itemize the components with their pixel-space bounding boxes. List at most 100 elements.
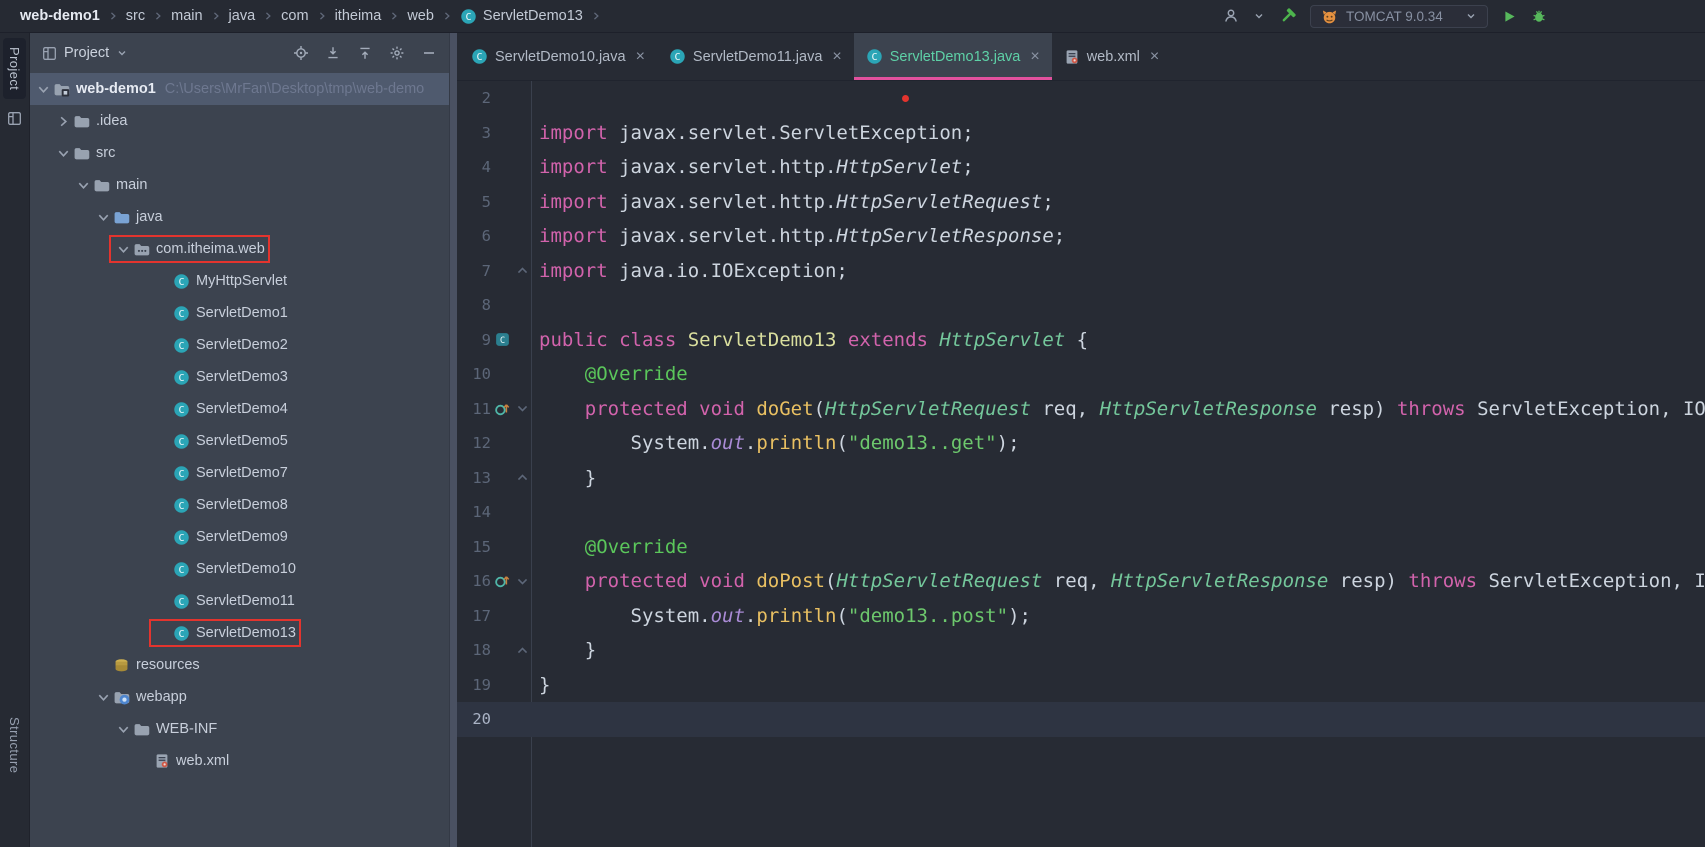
- code-line[interactable]: 14: [457, 495, 1705, 530]
- code-line[interactable]: 16 protected void doPost(HttpServletRequ…: [457, 564, 1705, 599]
- build-hammer-icon[interactable]: [1279, 7, 1296, 25]
- gutter-class-icon[interactable]: C: [491, 332, 513, 347]
- tree-item[interactable]: C ServletDemo8: [30, 489, 449, 521]
- tree-item[interactable]: C ServletDemo11: [30, 585, 449, 617]
- tree-item[interactable]: resources: [30, 649, 449, 681]
- tree-item[interactable]: web-demo1 C:\Users\MrFan\Desktop\tmp\web-…: [30, 73, 449, 105]
- tree-item[interactable]: .idea: [30, 105, 449, 137]
- gutter-override-icon[interactable]: [491, 401, 513, 417]
- code-line[interactable]: 8: [457, 288, 1705, 323]
- breadcrumb-item[interactable]: main: [171, 8, 202, 24]
- annotation-box: C ServletDemo13: [149, 619, 301, 647]
- editor-tab[interactable]: C ServletDemo10.java ×: [459, 33, 657, 80]
- user-icon[interactable]: [1223, 8, 1239, 24]
- tree-item[interactable]: src: [30, 137, 449, 169]
- tree-item-content: webapp: [94, 688, 187, 706]
- chevron-down-icon[interactable]: [34, 80, 52, 98]
- tree-item[interactable]: com.itheima.web: [30, 233, 449, 265]
- locate-file-icon[interactable]: [293, 45, 309, 61]
- tree-item[interactable]: C ServletDemo7: [30, 457, 449, 489]
- tree-item[interactable]: C ServletDemo3: [30, 361, 449, 393]
- breadcrumb-item[interactable]: C ServletDemo13: [460, 8, 583, 25]
- project-scrollbar[interactable]: [449, 33, 457, 847]
- fold-up-icon[interactable]: [513, 644, 531, 657]
- breadcrumb-item[interactable]: com: [281, 8, 308, 24]
- class-icon: C: [173, 529, 190, 546]
- chevron-down-icon[interactable]: [94, 208, 112, 226]
- tree-item[interactable]: java: [30, 201, 449, 233]
- tree-item[interactable]: C ServletDemo13: [30, 617, 449, 649]
- breadcrumb-item[interactable]: web: [407, 8, 434, 24]
- editor-tab[interactable]: web.xml ×: [1052, 33, 1172, 80]
- tree-item[interactable]: C ServletDemo9: [30, 521, 449, 553]
- code-line[interactable]: 15 @Override: [457, 530, 1705, 565]
- code-line[interactable]: 20: [457, 702, 1705, 737]
- chevron-down-icon[interactable]: [54, 144, 72, 162]
- chevron-down-icon[interactable]: [1253, 10, 1265, 22]
- close-icon[interactable]: ×: [636, 48, 645, 65]
- chevron-down-icon[interactable]: [114, 720, 132, 738]
- tree-item-label: ServletDemo2: [196, 337, 288, 353]
- code-text: }: [539, 639, 597, 662]
- close-icon[interactable]: ×: [1030, 48, 1039, 65]
- debug-button[interactable]: [1531, 8, 1547, 24]
- fold-up-icon[interactable]: [513, 471, 531, 484]
- tree-item[interactable]: main: [30, 169, 449, 201]
- breadcrumb-item[interactable]: itheima: [335, 8, 382, 24]
- breadcrumb-item[interactable]: src: [126, 8, 145, 24]
- gutter-override-icon[interactable]: [491, 573, 513, 589]
- hide-panel-icon[interactable]: [421, 45, 437, 61]
- tree-item[interactable]: C ServletDemo10: [30, 553, 449, 585]
- settings-gear-icon[interactable]: [389, 45, 405, 61]
- chevron-down-icon[interactable]: [94, 688, 112, 706]
- code-line[interactable]: 4 import javax.servlet.http.HttpServlet;: [457, 150, 1705, 185]
- tree-item[interactable]: C ServletDemo1: [30, 297, 449, 329]
- code-line[interactable]: 18 }: [457, 633, 1705, 668]
- tree-item[interactable]: webapp: [30, 681, 449, 713]
- code-line[interactable]: 2: [457, 81, 1705, 116]
- fold-up-icon[interactable]: [513, 264, 531, 277]
- breadcrumb-item[interactable]: web-demo1: [20, 8, 100, 24]
- chevron-down-icon[interactable]: [116, 47, 128, 59]
- tree-item[interactable]: C ServletDemo4: [30, 393, 449, 425]
- close-icon[interactable]: ×: [832, 48, 841, 65]
- run-config-selector[interactable]: TOMCAT 9.0.34: [1310, 4, 1488, 28]
- stripe-tab-structure[interactable]: Structure: [3, 708, 26, 782]
- expand-all-icon[interactable]: [325, 45, 341, 61]
- collapse-all-icon[interactable]: [357, 45, 373, 61]
- run-button[interactable]: [1502, 9, 1517, 24]
- code-line[interactable]: 7 import java.io.IOException;: [457, 254, 1705, 289]
- editor-tab[interactable]: C ServletDemo11.java ×: [657, 33, 854, 80]
- class-icon: C: [173, 337, 190, 354]
- code-line[interactable]: 10 @Override: [457, 357, 1705, 392]
- code-line[interactable]: 9 Cpublic class ServletDemo13 extends Htt…: [457, 323, 1705, 358]
- close-icon[interactable]: ×: [1150, 48, 1159, 65]
- tree-item[interactable]: web.xml: [30, 745, 449, 777]
- chevron-down-icon[interactable]: [114, 240, 132, 258]
- code-line[interactable]: 12 System.out.println("demo13..get");: [457, 426, 1705, 461]
- fold-down-icon[interactable]: [513, 402, 531, 415]
- tree-item[interactable]: C MyHttpServlet: [30, 265, 449, 297]
- editor-tab[interactable]: C ServletDemo13.java ×: [853, 33, 1052, 80]
- tool-window-icon[interactable]: [7, 111, 22, 126]
- tree-item[interactable]: C ServletDemo2: [30, 329, 449, 361]
- stripe-tab-project[interactable]: Project: [3, 38, 26, 100]
- code-line[interactable]: 19}: [457, 668, 1705, 703]
- code-line[interactable]: 11 protected void doGet(HttpServletReque…: [457, 392, 1705, 427]
- chevron-right-icon[interactable]: [54, 112, 72, 130]
- fold-down-icon[interactable]: [513, 575, 531, 588]
- code-line[interactable]: 5 import javax.servlet.http.HttpServletRe…: [457, 185, 1705, 220]
- code-area[interactable]: 2 3 import javax.servlet.ServletException;…: [457, 81, 1705, 847]
- code-line[interactable]: 17 System.out.println("demo13..post");: [457, 599, 1705, 634]
- code-line[interactable]: 6 import javax.servlet.http.HttpServletRe…: [457, 219, 1705, 254]
- code-line[interactable]: 3 import javax.servlet.ServletException;: [457, 116, 1705, 151]
- chevron-down-icon[interactable]: [74, 176, 92, 194]
- tree-item[interactable]: C ServletDemo5: [30, 425, 449, 457]
- tree-item[interactable]: WEB-INF: [30, 713, 449, 745]
- code-text: protected void doPost(HttpServletRequest…: [584, 570, 1705, 593]
- code-line[interactable]: 13 }: [457, 461, 1705, 496]
- breadcrumb-item[interactable]: java: [229, 8, 256, 24]
